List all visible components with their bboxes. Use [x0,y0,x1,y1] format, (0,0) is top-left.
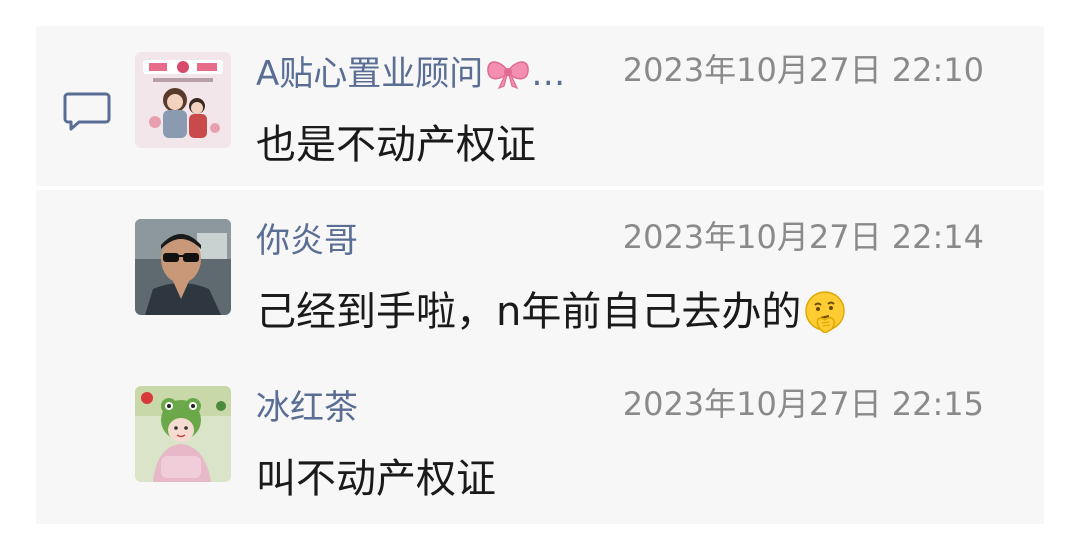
timestamp: 2023年10月27日 22:14 [622,218,984,256]
timestamp: 2023年10月27日 22:10 [622,51,984,89]
message-text[interactable]: 叫不动产权证 [256,454,496,504]
thinking-face-emoji-icon [805,291,846,333]
timestamp: 2023年10月27日 22:15 [622,385,984,423]
sender-name[interactable]: A贴心置业顾问 … [256,54,565,94]
comment-icon[interactable] [62,86,112,136]
avatar[interactable] [135,219,231,315]
message-text[interactable]: 己经到手啦，n年前自己去办的 [256,287,847,337]
avatar[interactable] [135,52,231,148]
thread-divider [36,186,1044,190]
sender-name[interactable]: 你炎哥 [256,221,358,261]
sender-name[interactable]: 冰红茶 [256,388,358,428]
sender-name-text: A贴心置业顾问 [256,54,484,94]
avatar[interactable] [135,386,231,482]
message-text-content: 己经到手啦，n年前自己去办的 [256,289,802,335]
message-text[interactable]: 也是不动产权证 [256,120,536,170]
sender-name-ellipsis: … [531,54,566,94]
bow-emoji-icon [487,61,530,89]
